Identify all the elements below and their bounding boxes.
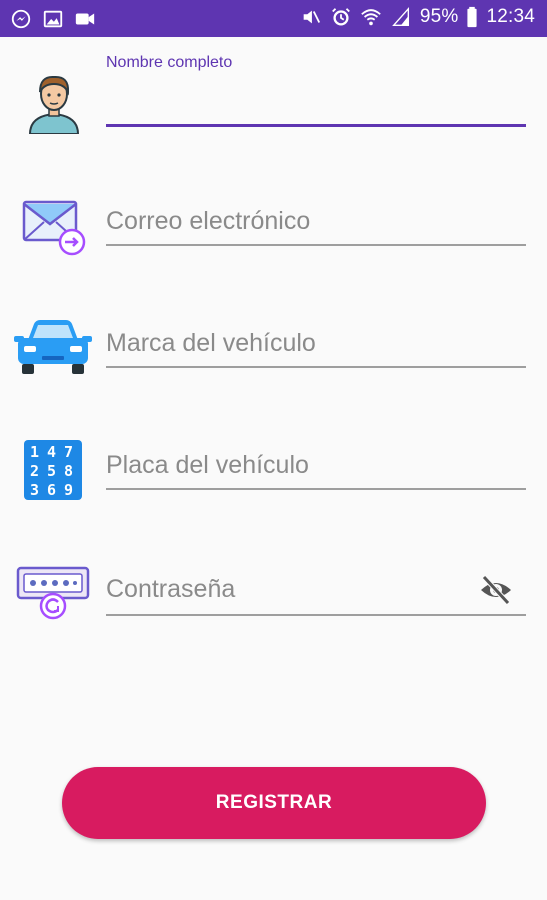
- eye-off-icon[interactable]: [478, 572, 514, 608]
- signal-icon: [390, 6, 412, 28]
- password-input[interactable]: [106, 572, 476, 606]
- vehicle-plate-field: [106, 434, 526, 494]
- full-name-underline: [106, 124, 526, 127]
- svg-text:3: 3: [30, 481, 39, 499]
- password-row: [0, 556, 547, 626]
- vehicle-brand-field: [106, 312, 526, 372]
- register-button[interactable]: REGISTRAR: [62, 767, 486, 839]
- full-name-row: Nombre completo: [0, 50, 547, 134]
- vehicle-brand-row: [0, 312, 547, 382]
- svg-text:9: 9: [64, 481, 73, 499]
- svg-text:1: 1: [30, 443, 39, 461]
- vehicle-brand-input[interactable]: [106, 326, 526, 360]
- svg-text:5: 5: [47, 462, 56, 480]
- email-field: [106, 190, 526, 250]
- vehicle-plate-row: 147 258 369: [0, 434, 547, 504]
- email-underline: [106, 244, 526, 246]
- password-underline: [106, 614, 526, 616]
- svg-text:7: 7: [64, 443, 73, 461]
- vehicle-plate-underline: [106, 488, 526, 490]
- vehicle-plate-input[interactable]: [106, 448, 526, 482]
- svg-text:8: 8: [64, 462, 73, 480]
- wifi-icon: [360, 6, 382, 28]
- alarm-icon: [330, 6, 352, 28]
- battery-percentage: 95%: [419, 6, 459, 27]
- video-icon: [74, 8, 96, 30]
- email-row: [0, 190, 547, 260]
- person-avatar-icon: [26, 72, 82, 134]
- svg-text:2: 2: [30, 462, 39, 480]
- full-name-field: Nombre completo: [106, 50, 526, 130]
- image-icon: [42, 8, 64, 30]
- mute-icon: [300, 6, 322, 28]
- svg-text:4: 4: [47, 443, 56, 461]
- battery-icon: [466, 6, 478, 28]
- messenger-icon: [10, 8, 32, 30]
- full-name-input[interactable]: [106, 88, 526, 120]
- car-icon: [14, 318, 92, 378]
- status-bar: 95% 12:34: [0, 0, 547, 37]
- email-input[interactable]: [106, 204, 526, 238]
- svg-text:6: 6: [47, 481, 56, 499]
- email-icon: [22, 196, 88, 256]
- password-icon: [16, 564, 90, 620]
- full-name-label: Nombre completo: [106, 54, 233, 71]
- password-field: [106, 556, 526, 618]
- vehicle-brand-underline: [106, 366, 526, 368]
- clock: 12:34: [486, 6, 535, 27]
- number-pad-icon: 147 258 369: [24, 440, 82, 500]
